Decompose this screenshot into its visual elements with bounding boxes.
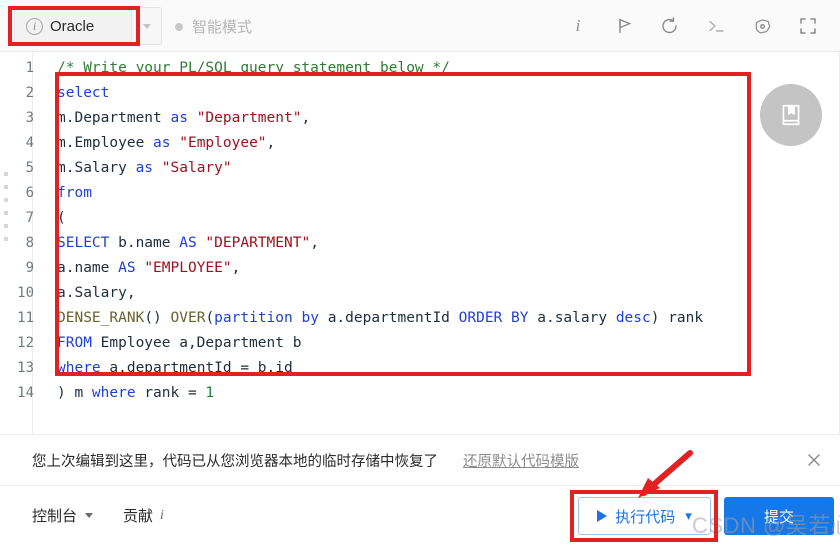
run-code-button[interactable]: 执行代码 ▾ — [578, 497, 711, 535]
restore-notification-bar: 您上次编辑到这里，代码已从您浏览器本地的临时存储中恢复了 还原默认代码模版 — [0, 434, 840, 486]
run-code-label: 执行代码 — [615, 508, 676, 526]
code-text: select — [57, 85, 110, 101]
chevron-down-icon[interactable]: ▾ — [685, 508, 692, 524]
code-text: ) m where rank = 1 — [57, 385, 215, 401]
line-number: 11 — [17, 310, 34, 326]
line-number: 10 — [17, 285, 34, 301]
line-number: 1 — [25, 60, 34, 76]
reset-icon[interactable] — [658, 14, 682, 38]
submit-button[interactable]: 提交 — [724, 497, 834, 535]
line-number: 3 — [25, 110, 34, 126]
line-number: 5 — [25, 160, 34, 176]
code-text: from — [57, 185, 92, 201]
code-line[interactable]: 10 a.Salary, — [0, 281, 840, 306]
code-line[interactable]: 14 ) m where rank = 1 — [0, 381, 840, 406]
close-icon[interactable] — [805, 451, 823, 469]
contribute-label: 贡献 — [123, 508, 154, 525]
line-number: 9 — [25, 260, 34, 276]
line-number: 7 — [25, 210, 34, 226]
line-number: 12 — [17, 335, 34, 351]
line-number: 2 — [25, 85, 34, 101]
info-circle-icon: i — [26, 17, 43, 35]
restore-default-template-link[interactable]: 还原默认代码模版 — [463, 450, 579, 471]
settings-icon[interactable] — [750, 14, 774, 38]
code-text: m.Salary as "Salary" — [57, 160, 232, 176]
code-line[interactable]: 7( — [0, 206, 840, 231]
code-text: where a.departmentId = b.id — [57, 360, 293, 376]
code-line[interactable]: 2 select — [0, 81, 840, 106]
chevron-down-icon — [85, 513, 94, 518]
notification-message: 您上次编辑到这里，代码已从您浏览器本地的临时存储中恢复了 — [32, 453, 438, 470]
code-line[interactable]: 5 m.Salary as "Salary" — [0, 156, 840, 181]
code-text: m.Employee as "Employee", — [57, 135, 276, 151]
info-icon: i — [160, 507, 164, 523]
mode-label: 智能模式 — [192, 19, 253, 36]
line-number: 6 — [25, 185, 34, 201]
code-text: SELECT b.name AS "DEPARTMENT", — [57, 235, 319, 251]
contribute-link[interactable]: 贡献 i — [123, 505, 164, 526]
bottom-left-links: 控制台 贡献 i — [32, 505, 164, 526]
code-text: m.Department as "Department", — [57, 110, 311, 126]
code-line[interactable]: 6 from — [0, 181, 840, 206]
top-toolbar: i Oracle 智能模式 i — [0, 0, 840, 52]
code-text: a.Salary, — [57, 285, 136, 301]
toolbar-icon-group: i — [566, 0, 828, 52]
line-number: 14 — [17, 385, 34, 401]
code-text: FROM Employee a,Department b — [57, 335, 302, 351]
language-selector-tab[interactable]: i Oracle — [14, 7, 132, 45]
line-number: 8 — [25, 235, 34, 251]
language-label: Oracle — [50, 17, 95, 35]
code-text: DENSE_RANK() OVER(partition by a.departm… — [57, 310, 704, 326]
code-line[interactable]: 8 SELECT b.name AS "DEPARTMENT", — [0, 231, 840, 256]
console-label: 控制台 — [32, 508, 78, 525]
code-line[interactable]: 11 DENSE_RANK() OVER(partition by a.depar… — [0, 306, 840, 331]
code-line[interactable]: 12 FROM Employee a,Department b — [0, 331, 840, 356]
line-number: 4 — [25, 135, 34, 151]
code-line[interactable]: 13 where a.departmentId = b.id — [0, 356, 840, 381]
language-dropdown-button[interactable] — [132, 7, 162, 45]
code-line[interactable]: 1 /* Write your PL/SQL query statement be… — [0, 56, 840, 81]
play-icon — [597, 510, 608, 522]
code-lines-container[interactable]: 1 /* Write your PL/SQL query statement be… — [0, 56, 840, 406]
console-toggle[interactable]: 控制台 — [32, 505, 94, 526]
code-text: a.name AS "EMPLOYEE", — [57, 260, 241, 276]
code-text: ( — [57, 210, 66, 226]
code-editor[interactable]: 1 /* Write your PL/SQL query statement be… — [0, 52, 840, 434]
info-icon[interactable]: i — [566, 14, 590, 38]
code-line[interactable]: 3 m.Department as "Department", — [0, 106, 840, 131]
fullscreen-icon[interactable] — [796, 14, 820, 38]
line-number: 13 — [17, 360, 34, 376]
status-dot-icon — [175, 22, 183, 31]
code-text: /* Write your PL/SQL query statement bel… — [57, 60, 450, 76]
mode-indicator[interactable]: 智能模式 — [175, 16, 252, 37]
code-line[interactable]: 9 a.name AS "EMPLOYEE", — [0, 256, 840, 281]
save-snippet-button[interactable] — [760, 84, 822, 146]
flag-icon[interactable] — [612, 14, 636, 38]
terminal-icon[interactable] — [704, 14, 728, 38]
bottom-action-bar: 控制台 贡献 i — [0, 486, 840, 546]
code-line[interactable]: 4 m.Employee as "Employee", — [0, 131, 840, 156]
chevron-down-icon — [142, 23, 151, 29]
submit-label: 提交 — [763, 508, 794, 526]
